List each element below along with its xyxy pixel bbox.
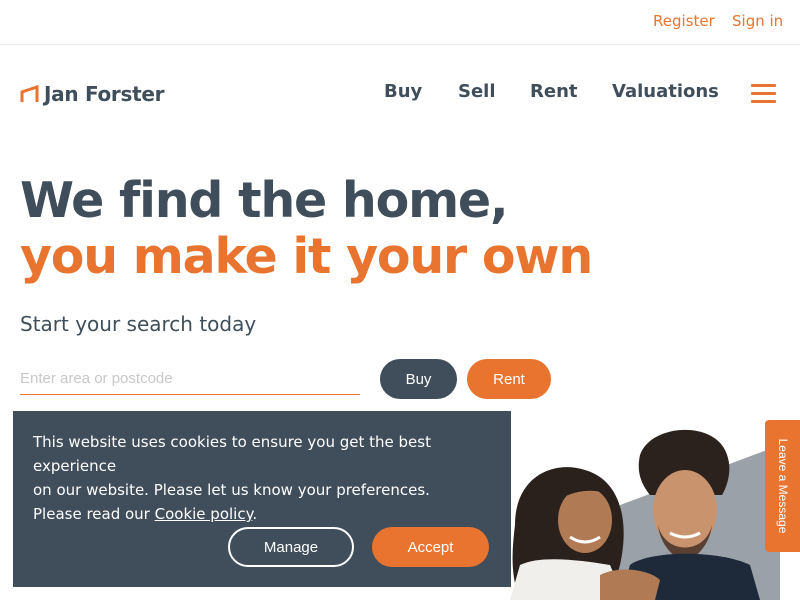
search-rent-button[interactable]: Rent <box>467 359 551 399</box>
menu-bar-top <box>751 84 776 87</box>
cookie-consent-banner: This website uses cookies to ensure you … <box>13 411 511 587</box>
menu-bar-middle <box>751 92 776 95</box>
search-subheading: Start your search today <box>20 312 257 336</box>
cookie-policy-link[interactable]: Cookie policy <box>155 505 253 523</box>
cookie-line-3: Please read our Cookie policy. <box>33 502 503 526</box>
cookie-line-2: on our website. Please let us know your … <box>33 481 430 499</box>
search-input[interactable] <box>20 362 360 395</box>
nav-sell[interactable]: Sell <box>458 81 496 102</box>
brand-name: Jan Forster <box>44 82 165 106</box>
cookie-message: This website uses cookies to ensure you … <box>33 430 503 526</box>
cookie-manage-button[interactable]: Manage <box>228 527 354 567</box>
cookie-line-1: This website uses cookies to ensure you … <box>33 433 431 475</box>
hero-heading-line-1: We find the home, <box>20 172 509 229</box>
top-utility-bar: Register Sign in <box>0 0 800 45</box>
hamburger-menu-icon[interactable] <box>751 84 776 104</box>
cookie-policy-prefix: Please read our <box>33 505 150 523</box>
search-buy-button[interactable]: Buy <box>380 359 457 399</box>
cookie-accept-button[interactable]: Accept <box>372 527 489 567</box>
leave-message-tab[interactable]: Leave a Message <box>765 420 800 552</box>
leave-message-label: Leave a Message <box>775 438 790 534</box>
brand-logo[interactable]: Jan Forster <box>20 82 164 106</box>
hero-heading-line-2: you make it your own <box>20 228 593 285</box>
sign-in-link[interactable]: Sign in <box>732 12 783 30</box>
nav-rent[interactable]: Rent <box>530 81 578 102</box>
register-link[interactable]: Register <box>653 12 715 30</box>
cookie-policy-suffix: . <box>252 505 258 523</box>
house-roof-logo-icon <box>20 84 39 102</box>
menu-bar-bottom <box>751 100 776 103</box>
nav-buy[interactable]: Buy <box>384 81 422 102</box>
nav-valuations[interactable]: Valuations <box>612 81 719 102</box>
